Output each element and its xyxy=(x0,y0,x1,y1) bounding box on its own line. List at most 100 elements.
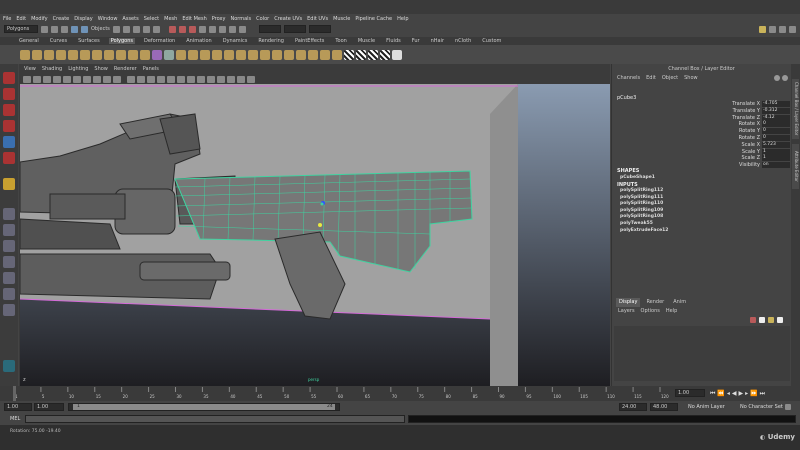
shelf-tab-surfaces[interactable]: Surfaces xyxy=(76,38,102,44)
end-time-field[interactable]: 48.00 xyxy=(650,403,678,411)
bridge-icon[interactable] xyxy=(224,49,234,60)
grid-icon[interactable] xyxy=(63,75,71,83)
open-scene-icon[interactable] xyxy=(51,25,58,33)
shelf-tab-deformation[interactable]: Deformation xyxy=(142,38,177,44)
select-hierarchy-icon[interactable] xyxy=(71,25,78,33)
resolution-gate-icon[interactable] xyxy=(83,75,91,83)
xray-joints-icon[interactable] xyxy=(207,75,215,83)
ambient-occlusion-icon[interactable] xyxy=(217,75,225,83)
render-settings-icon[interactable] xyxy=(228,25,236,33)
menu-item-proxy[interactable]: Proxy xyxy=(212,16,226,22)
cube-icon[interactable] xyxy=(32,49,42,60)
panel-close-icon[interactable] xyxy=(774,75,780,81)
helix-icon[interactable] xyxy=(116,49,126,60)
3d-viewport[interactable]: z persp xyxy=(20,84,610,386)
checker-icon[interactable] xyxy=(380,49,390,60)
numeric-input-z[interactable] xyxy=(308,25,331,33)
merge-icon[interactable] xyxy=(296,49,306,60)
shelf-tab-custom[interactable]: Custom xyxy=(480,38,503,44)
input-node[interactable]: polyTweak55 xyxy=(620,221,653,226)
hypershade-layout-icon[interactable] xyxy=(3,304,15,316)
cone-icon[interactable] xyxy=(56,49,66,60)
step-back-frame-icon[interactable]: ◂ xyxy=(727,390,730,398)
pipe-icon[interactable] xyxy=(104,49,114,60)
menu-item-window[interactable]: Window xyxy=(98,16,118,22)
layer-down-icon[interactable] xyxy=(777,317,783,323)
shelf-tab-painteffects[interactable]: PaintEffects xyxy=(293,38,326,44)
channel-menu-show[interactable]: Show xyxy=(684,75,698,81)
viewport-menu-lighting[interactable]: Lighting xyxy=(68,66,88,74)
mask-icon[interactable] xyxy=(122,25,130,33)
shelf-tab-muscle[interactable]: Muscle xyxy=(356,38,377,44)
menu-item-file[interactable]: File xyxy=(3,16,11,22)
attribute-value[interactable]: 0 xyxy=(762,121,790,128)
input-node[interactable]: polySplitRing112 xyxy=(620,188,663,193)
shelf-tab-fur[interactable]: Fur xyxy=(410,38,422,44)
boolean-icon[interactable] xyxy=(188,49,198,60)
menu-item-display[interactable]: Display xyxy=(74,16,92,22)
range-slider[interactable]: 1 24 xyxy=(68,403,340,411)
shelf-tab-curves[interactable]: Curves xyxy=(48,38,69,44)
smooth-icon[interactable] xyxy=(176,49,186,60)
menu-item-assets[interactable]: Assets xyxy=(122,16,138,22)
combine-icon[interactable] xyxy=(140,49,150,60)
range-slider-handle[interactable] xyxy=(73,404,335,410)
layer-tab-anim[interactable]: Anim xyxy=(670,298,689,307)
image-plane-icon[interactable] xyxy=(53,75,61,83)
attribute-value[interactable]: -0.312 xyxy=(762,107,790,114)
anim-layer-label[interactable]: No Anim Layer xyxy=(688,404,725,410)
viewport-menu-shading[interactable]: Shading xyxy=(42,66,62,74)
checker-icon[interactable] xyxy=(368,49,378,60)
channel-menu-channels[interactable]: Channels xyxy=(617,75,640,81)
menu-set-dropdown[interactable]: Polygons xyxy=(4,25,38,33)
manipulator-handle[interactable] xyxy=(320,202,324,206)
shelf-tab-rendering[interactable]: Rendering xyxy=(256,38,286,44)
four-view-layout-icon[interactable] xyxy=(3,224,15,236)
shelf-tab-fluids[interactable]: Fluids xyxy=(384,38,403,44)
uv-editor-icon[interactable] xyxy=(392,49,402,60)
fill-hole-icon[interactable] xyxy=(332,49,342,60)
isolate-select-icon[interactable] xyxy=(187,75,195,83)
shadows-icon[interactable] xyxy=(177,75,185,83)
attribute-value[interactable]: 0 xyxy=(762,128,790,135)
modeling-toolkit-icon[interactable] xyxy=(759,25,766,33)
shelf-tab-toon[interactable]: Toon xyxy=(333,38,349,44)
extract-icon[interactable] xyxy=(164,49,174,60)
menu-item-mesh[interactable]: Mesh xyxy=(164,16,177,22)
render-settings-icon[interactable] xyxy=(238,25,246,33)
shelf-tab-nhair[interactable]: nHair xyxy=(429,38,446,44)
camera-icon[interactable] xyxy=(23,75,31,83)
viewport-menu-panels[interactable]: Panels xyxy=(143,66,159,74)
save-scene-icon[interactable] xyxy=(61,25,68,33)
select-object-icon[interactable] xyxy=(81,25,88,33)
snap-grid-icon[interactable] xyxy=(168,25,176,33)
last-tool-icon[interactable] xyxy=(3,178,15,190)
wireframe-on-shaded-icon[interactable] xyxy=(147,75,155,83)
lasso-tool-icon[interactable] xyxy=(3,88,15,100)
persp-outliner-layout-icon[interactable] xyxy=(3,272,15,284)
toggle-panel-icon[interactable] xyxy=(779,25,786,33)
mask-icon[interactable] xyxy=(132,25,140,33)
input-node[interactable]: polySplitRing110 xyxy=(620,201,663,206)
rotate-tool-icon[interactable] xyxy=(3,136,15,148)
gate-mask-icon[interactable] xyxy=(93,75,101,83)
soccer-ball-icon[interactable] xyxy=(128,49,138,60)
attribute-value[interactable]: -4.705 xyxy=(762,101,790,107)
menu-item-color[interactable]: Color xyxy=(256,16,269,22)
menu-item-edit-mesh[interactable]: Edit Mesh xyxy=(182,16,206,22)
view-cube-icon[interactable] xyxy=(3,360,15,372)
shelf-tab-animation[interactable]: Animation xyxy=(184,38,214,44)
side-tab-attribute-editor[interactable]: Attribute Editor xyxy=(792,144,799,189)
outliner-layout-icon[interactable] xyxy=(3,288,15,300)
split-icon[interactable] xyxy=(260,49,270,60)
shape-item[interactable]: pCubeShape1 xyxy=(620,175,655,180)
new-layer-icon[interactable] xyxy=(750,317,756,323)
numeric-input-x[interactable] xyxy=(258,25,281,33)
insert-edge-loop-icon[interactable] xyxy=(272,49,282,60)
time-slider[interactable]: 1 5 10 15 20 25 30 35 40 45 50 55 60 65 70 75 80 85 90 95 10… xyxy=(0,386,800,401)
persp-graph-layout-icon[interactable] xyxy=(3,256,15,268)
extrude-icon[interactable] xyxy=(212,49,222,60)
sphere-icon[interactable] xyxy=(20,49,30,60)
current-frame-marker[interactable] xyxy=(13,386,16,401)
depth-of-field-icon[interactable] xyxy=(247,75,255,83)
